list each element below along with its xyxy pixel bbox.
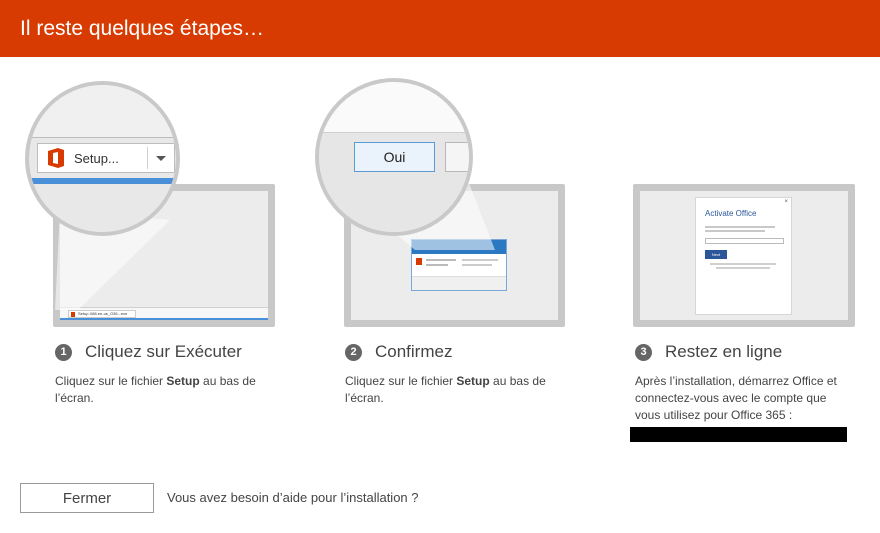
step-3-title: Restez en ligne <box>665 342 783 361</box>
redacted-account <box>630 427 847 442</box>
screen-illustration: × Activate Office Next <box>640 191 848 320</box>
step-3-heading: 3 Restez en ligne <box>635 342 782 362</box>
activate-dialog: × Activate Office Next <box>695 197 792 315</box>
step-1-description: Cliquez sur le fichier Setup au bas de l… <box>55 374 256 405</box>
step-2-title: Confirmez <box>375 342 453 361</box>
email-field <box>705 238 784 244</box>
magnifier-callout: Oui <box>315 78 473 236</box>
close-icon: × <box>784 199 788 205</box>
close-button-label: Fermer <box>62 489 112 507</box>
header-bar: Il reste quelques étapes… <box>0 0 880 57</box>
activate-dialog-title: Activate Office <box>705 209 757 218</box>
step-number-badge: 3 <box>635 343 652 361</box>
step-1-title: Cliquez sur Exécuter <box>85 342 242 361</box>
no-button[interactable] <box>445 142 469 172</box>
step-number-badge: 2 <box>345 343 362 361</box>
office-icon <box>48 148 64 168</box>
monitor-illustration: × Activate Office Next <box>633 184 855 327</box>
chevron-down-icon <box>156 156 166 161</box>
setup-button[interactable]: Setup... <box>37 143 175 173</box>
magnifier-callout: Setup... <box>25 81 180 236</box>
step-1-heading: 1 Cliquez sur Exécuter <box>55 342 242 362</box>
close-button[interactable]: Fermer <box>20 483 154 513</box>
step-number-badge: 1 <box>55 343 72 361</box>
page-title: Il reste quelques étapes… <box>20 17 264 40</box>
yes-button-label: Oui <box>383 149 406 165</box>
step-3-description: Après l’installation, démarrez Office et… <box>635 374 837 422</box>
yes-button[interactable]: Oui <box>354 142 435 172</box>
step-2-description: Cliquez sur le fichier Setup au bas de l… <box>345 374 546 405</box>
help-link[interactable]: Vous avez besoin d’aide pour l’installat… <box>167 490 419 505</box>
step-2-heading: 2 Confirmez <box>345 342 452 362</box>
next-button: Next <box>705 250 727 259</box>
setup-button-label: Setup... <box>74 150 119 166</box>
